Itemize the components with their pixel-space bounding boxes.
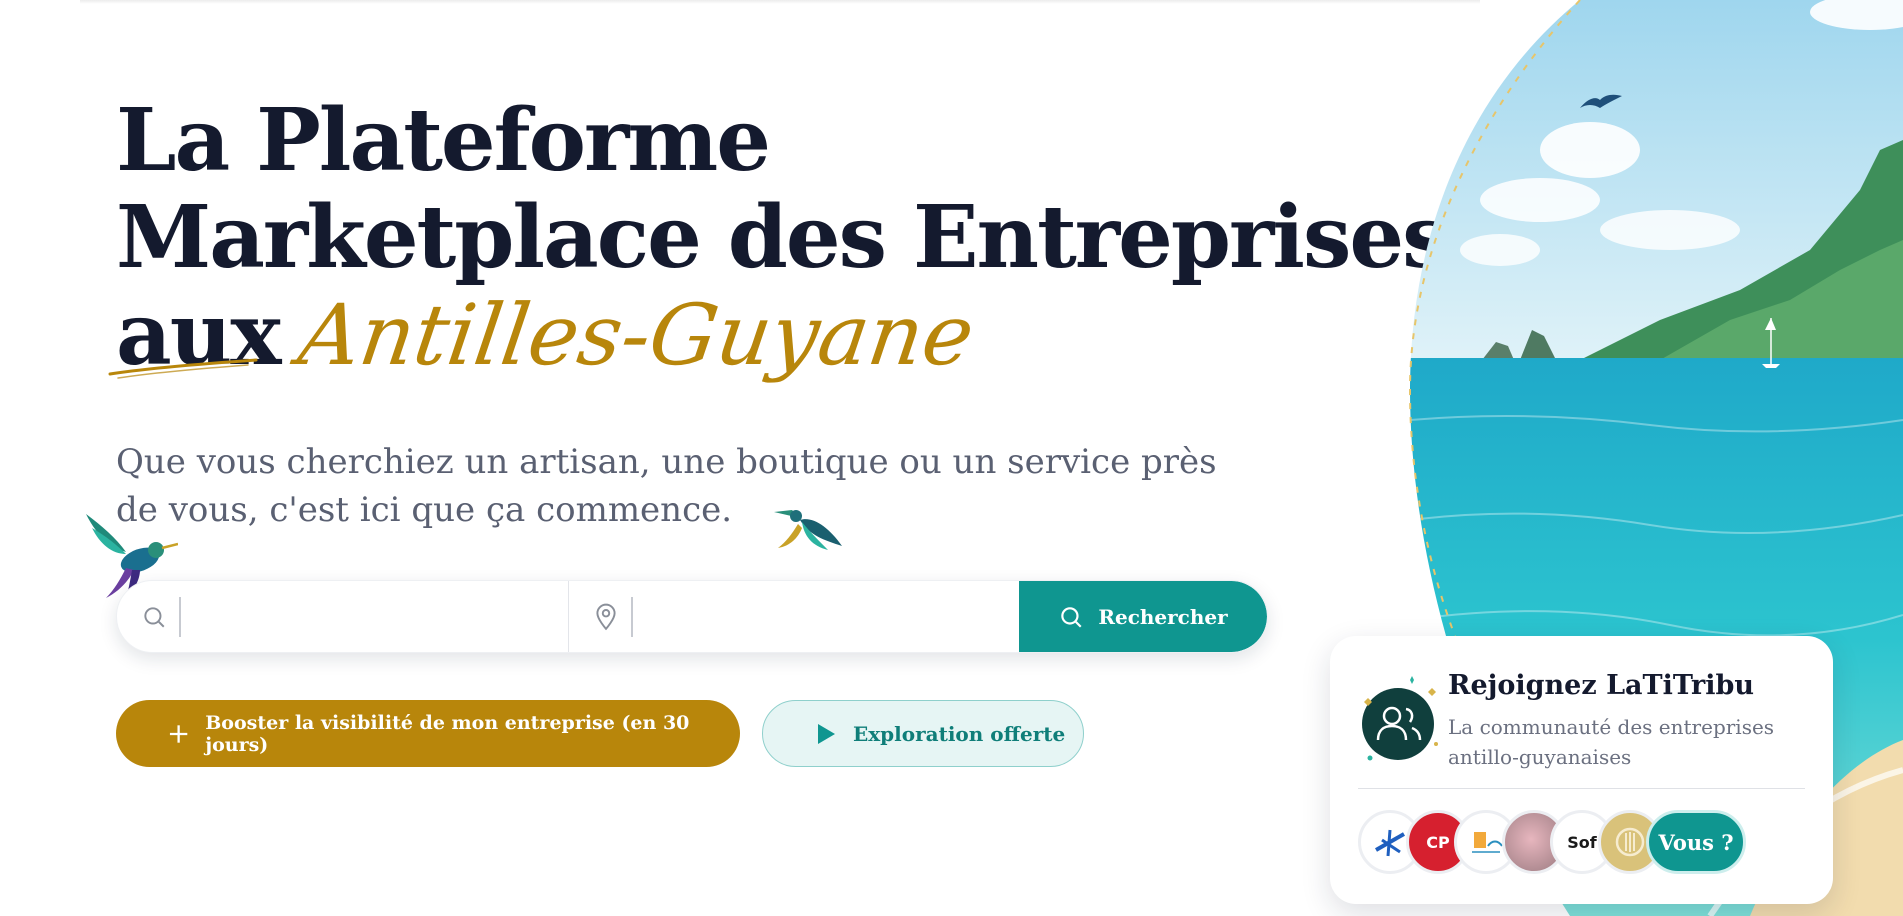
brush-underline-icon [108, 358, 258, 379]
hero-title-line-3: aux Antilles-Guyane [108, 286, 1316, 384]
join-card-subtitle: La communauté des entreprises antillo-gu… [1448, 715, 1775, 769]
search-what-field [117, 581, 569, 652]
header-shadow [80, 0, 1480, 4]
join-community-card: Rejoignez LaTiTribu La communauté des en… [1330, 636, 1833, 904]
hummingbird-small-icon [774, 510, 842, 550]
search-where-input[interactable] [631, 596, 991, 637]
hero-subtitle: Que vous cherchiez un artisan, une bouti… [116, 442, 1217, 530]
sof-logo-text: Sof [1567, 832, 1597, 852]
join-vous-button[interactable]: Vous ? [1646, 810, 1746, 874]
search-button-label: Rechercher [1098, 604, 1228, 629]
boost-visibility-label: Booster la visibilité de mon entreprise … [205, 711, 690, 756]
search-where-field [569, 581, 1019, 652]
search-bar: Rechercher [116, 580, 1268, 653]
community-badge-icon [1362, 676, 1438, 761]
hero-title: La Plateforme Marketplace des Entreprise… [108, 90, 1451, 384]
map-pin-icon [591, 602, 621, 632]
search-button[interactable]: Rechercher [1019, 581, 1267, 652]
boost-visibility-button[interactable]: Booster la visibilité de mon entreprise … [116, 700, 740, 767]
plus-icon [169, 724, 188, 743]
antilles-logo-icon [1472, 832, 1503, 853]
hero-title-line-1: La Plateforme [116, 90, 771, 191]
cp-protect-logo-text: CP [1426, 832, 1450, 852]
exploration-button[interactable]: Exploration offerte [762, 700, 1084, 767]
member-avatars: CP Sof Vous ? [1358, 810, 1746, 874]
hero-title-line-2: Marketplace des Entreprises [116, 187, 1451, 288]
search-icon [139, 602, 169, 632]
blue-figure-logo-icon [1375, 829, 1405, 857]
play-icon [818, 723, 835, 744]
hero-title-script: Antilles-Guyane [292, 286, 980, 384]
join-card-divider [1358, 788, 1805, 789]
hero-title-aux-wrap: aux [108, 286, 282, 383]
exploration-label: Exploration offerte [853, 721, 1066, 746]
search-what-input[interactable] [179, 596, 539, 637]
gold-circle-logo-icon [1615, 827, 1645, 857]
join-card-title: Rejoignez LaTiTribu [1448, 670, 1755, 701]
search-button-icon [1061, 606, 1082, 628]
